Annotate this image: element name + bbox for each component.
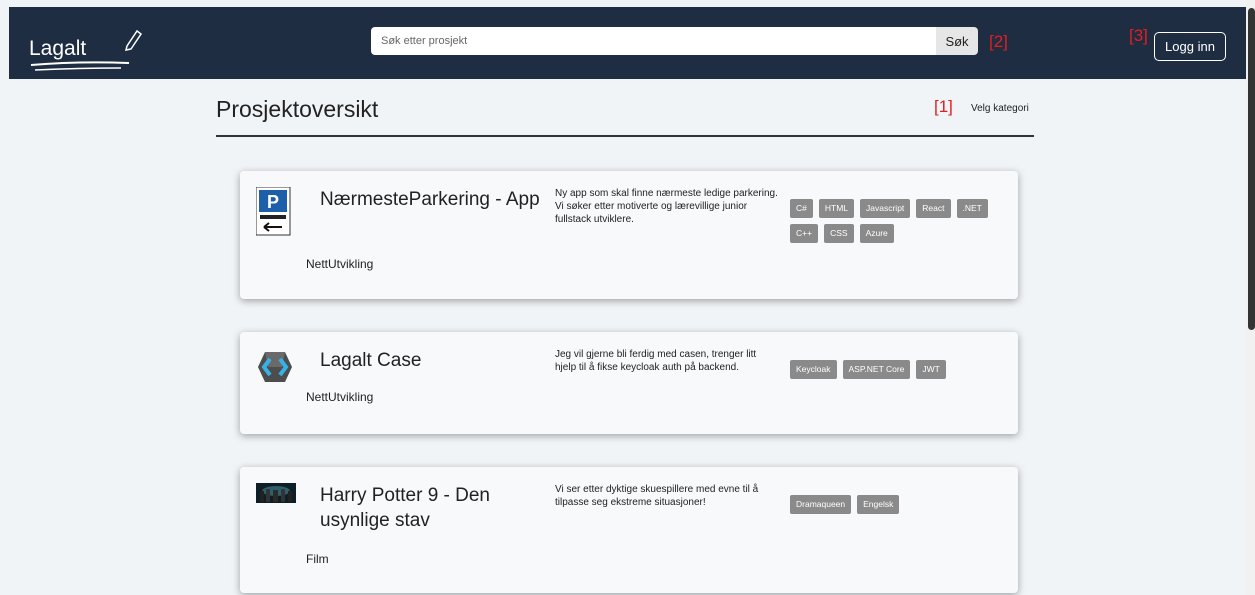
project-category: Film <box>306 552 329 566</box>
tag: Javascript <box>860 199 911 218</box>
search-input[interactable] <box>371 27 941 55</box>
tag: Keycloak <box>790 360 837 379</box>
tag: Dramaqueen <box>790 495 852 514</box>
tag: .NET <box>956 199 988 218</box>
svg-text:P: P <box>267 192 279 212</box>
top-navbar: Lagalt Søk [2] [3] Logg inn <box>9 7 1246 79</box>
tag: JWT <box>916 360 946 379</box>
project-category: NettUtvikling <box>306 390 374 404</box>
tag: React <box>916 199 951 218</box>
project-description: Vi ser etter dyktige skuespillere med ev… <box>555 484 759 508</box>
movie-thumbnail-icon <box>256 483 296 507</box>
parking-sign-icon: P <box>255 186 294 236</box>
project-description: Jeg vil gjerne bli ferdig med casen, tre… <box>555 349 757 373</box>
tag-list: Dramaqueen Engelsk <box>790 495 1010 514</box>
project-title[interactable]: Lagalt Case <box>320 348 545 373</box>
project-description: Ny app som skal finne nærmeste ledige pa… <box>555 188 778 225</box>
logo-text: Lagalt <box>29 37 87 60</box>
annotation-marker-2: [2] <box>989 32 1008 51</box>
project-title[interactable]: NærmesteParkering - App <box>320 187 545 212</box>
pencil-icon <box>124 29 143 51</box>
search-button[interactable]: Søk <box>936 27 978 55</box>
tag: HTML <box>818 199 855 218</box>
annotation-marker-1: [1] <box>934 97 953 116</box>
project-title[interactable]: Harry Potter 9 - Den usynlige stav <box>320 483 545 533</box>
project-card[interactable]: P NærmesteParkering - App NettUtvikling … <box>240 171 1018 299</box>
project-card[interactable]: Harry Potter 9 - Den usynlige stav Film … <box>240 467 1018 593</box>
tag: ASP.NET Core <box>842 360 911 379</box>
login-button[interactable]: Logg inn <box>1154 32 1226 61</box>
tag-list: Keycloak ASP.NET Core JWT <box>790 360 1010 379</box>
scrollbar-thumb[interactable] <box>1248 8 1255 330</box>
logo[interactable]: Lagalt <box>29 27 149 79</box>
tag: CSS <box>824 224 854 243</box>
tag: Azure <box>859 224 894 243</box>
tag-list: C# HTML Javascript React .NET C++ CSS Az… <box>790 199 1010 243</box>
project-card[interactable]: Lagalt Case NettUtvikling Jeg vil gjerne… <box>240 332 1018 434</box>
page-title: Prosjektoversikt <box>216 96 379 122</box>
tag: Engelsk <box>857 495 900 514</box>
keycloak-logo-icon <box>256 348 294 386</box>
project-category: NettUtvikling <box>306 257 374 271</box>
tag: C# <box>790 199 813 218</box>
category-select[interactable]: Velg kategori <box>971 103 1029 114</box>
title-divider <box>216 135 1034 137</box>
tag: C++ <box>790 224 819 243</box>
annotation-marker-3: [3] <box>1129 26 1148 45</box>
